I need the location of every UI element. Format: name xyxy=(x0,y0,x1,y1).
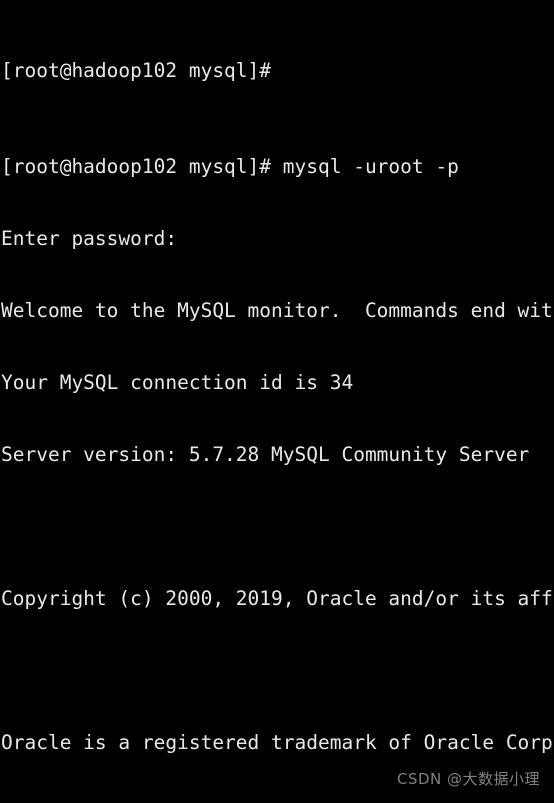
terminal-line-shell-prompt-command: [root@hadoop102 mysql]# mysql -uroot -p xyxy=(1,155,459,178)
terminal-line-trademark-1: Oracle is a registered trademark of Orac… xyxy=(1,731,553,754)
terminal-line-password-prompt: Enter password: xyxy=(1,227,178,250)
csdn-watermark: CSDN @大数据小理 xyxy=(396,770,540,788)
terminal-line-scrollback: [root@hadoop102 mysql]# xyxy=(1,59,283,82)
terminal-window[interactable]: [root@hadoop102 mysql]# [root@hadoop102 … xyxy=(0,0,554,803)
terminal-line-connection-id: Your MySQL connection id is 34 xyxy=(1,371,354,394)
terminal-line-welcome: Welcome to the MySQL monitor. Commands e… xyxy=(1,299,553,322)
terminal-line-blank-1 xyxy=(1,515,554,539)
terminal-screen[interactable]: [root@hadoop102 mysql]# [root@hadoop102 … xyxy=(1,0,554,803)
terminal-line-server-version: Server version: 5.7.28 MySQL Community S… xyxy=(1,443,530,466)
terminal-line-copyright: Copyright (c) 2000, 2019, Oracle and/or … xyxy=(1,587,553,610)
terminal-line-blank-2 xyxy=(1,659,554,683)
